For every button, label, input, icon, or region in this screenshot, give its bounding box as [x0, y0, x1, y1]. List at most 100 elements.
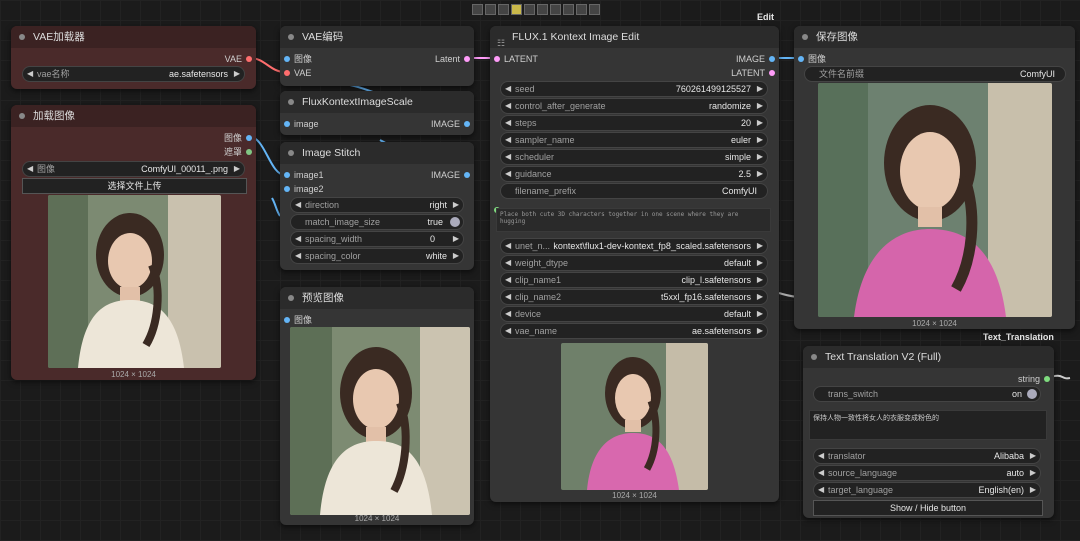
output-image-port[interactable]	[464, 121, 470, 127]
filename-prefix-field[interactable]: 文件名前缀 ComfyUI	[804, 66, 1066, 82]
input-image-port[interactable]	[284, 317, 290, 323]
node-title[interactable]: Text Translation V2 (Full)	[803, 346, 1054, 368]
input-image-port[interactable]	[798, 56, 804, 62]
filename-prefix-field[interactable]: filename_prefix ComfyUI	[500, 183, 768, 199]
flux-kontext-image-scale-node[interactable]: FluxKontextImageScale image IMAGE	[280, 91, 474, 135]
node-title[interactable]: 保存图像	[794, 26, 1075, 48]
arrow-right-icon[interactable]: ▶	[757, 290, 763, 304]
node-title[interactable]: 加载图像	[11, 105, 256, 127]
spacing-width-number[interactable]: ◀ spacing_width 0 ▶	[290, 231, 464, 247]
source-text-textarea[interactable]: 保持人物一致性将女人的衣服变成粉色的	[809, 410, 1047, 440]
scheduler-combo[interactable]: ◀ scheduler simple ▶	[500, 149, 768, 165]
save-image-node[interactable]: 保存图像 图像 文件名前缀 ComfyUI 1024 × 1024	[794, 26, 1075, 329]
arrow-right-icon[interactable]: ▶	[453, 198, 459, 212]
arrow-right-icon[interactable]: ▶	[757, 307, 763, 321]
grip-icon[interactable]: ☷	[497, 32, 505, 54]
collapse-dot-icon[interactable]	[288, 150, 294, 156]
output-latent-port[interactable]	[464, 56, 470, 62]
source-language-combo[interactable]: ◀ source_language auto ▶	[813, 465, 1041, 481]
collapse-dot-icon[interactable]	[19, 113, 25, 119]
vae-name-combo[interactable]: ◀ vae_name ae.safetensors ▶	[500, 323, 768, 339]
arrow-left-icon[interactable]: ◀	[505, 133, 511, 147]
node-title[interactable]: FluxKontextImageScale	[280, 91, 474, 113]
text-translation-node[interactable]: Text Translation V2 (Full) string trans_…	[803, 346, 1054, 518]
input-image-port[interactable]	[284, 56, 290, 62]
output-vae-port[interactable]	[246, 56, 252, 62]
arrow-right-icon[interactable]: ▶	[757, 99, 763, 113]
image-combo[interactable]: ◀ 图像 ComfyUI_00011_.png ▶	[22, 161, 245, 177]
same-width-icon[interactable]	[576, 4, 587, 15]
arrow-right-icon[interactable]: ▶	[757, 273, 763, 287]
node-title[interactable]: ☷ FLUX.1 Kontext Image Edit	[490, 26, 779, 48]
arrow-right-icon[interactable]: ▶	[453, 232, 459, 246]
collapse-dot-icon[interactable]	[288, 295, 294, 301]
flux-kontext-image-edit-node[interactable]: ☷ FLUX.1 Kontext Image Edit LATENT IMAGE …	[490, 26, 779, 502]
align-middle-icon[interactable]	[537, 4, 548, 15]
align-left-icon[interactable]	[472, 4, 483, 15]
same-height-icon[interactable]	[589, 4, 600, 15]
input-latent-port[interactable]	[494, 56, 500, 62]
seed-number[interactable]: ◀ seed 760261499125527 ▶	[500, 81, 768, 97]
arrow-right-icon[interactable]: ▶	[757, 167, 763, 181]
toggle-knob-icon[interactable]	[450, 217, 460, 227]
arrow-right-icon[interactable]: ▶	[757, 239, 763, 253]
arrow-left-icon[interactable]: ◀	[505, 82, 511, 96]
arrow-left-icon[interactable]: ◀	[505, 99, 511, 113]
clip-name1-combo[interactable]: ◀ clip_name1 clip_l.safetensors ▶	[500, 272, 768, 288]
arrow-left-icon[interactable]: ◀	[295, 249, 301, 263]
translator-combo[interactable]: ◀ translator Alibaba ▶	[813, 448, 1041, 464]
input-vae-port[interactable]	[284, 70, 290, 76]
spacing-color-combo[interactable]: ◀ spacing_color white ▶	[290, 248, 464, 264]
arrow-left-icon[interactable]: ◀	[505, 273, 511, 287]
vae-loader-node[interactable]: VAE加载器 VAE ◀ vae名称 ae.safetensors ▶	[11, 26, 256, 89]
arrow-right-icon[interactable]: ▶	[757, 256, 763, 270]
align-right-icon[interactable]	[498, 4, 509, 15]
prompt-textarea[interactable]: Place both cute 3D characters together i…	[496, 208, 771, 232]
arrow-right-icon[interactable]: ▶	[1030, 466, 1036, 480]
vae-name-combo[interactable]: ◀ vae名称 ae.safetensors ▶	[22, 66, 245, 82]
distribute-h-icon[interactable]	[511, 4, 522, 15]
arrow-left-icon[interactable]: ◀	[505, 256, 511, 270]
input-image-port[interactable]	[284, 121, 290, 127]
control-after-generate-combo[interactable]: ◀ control_after_generate randomize ▶	[500, 98, 768, 114]
output-mask-port[interactable]	[246, 149, 252, 155]
arrow-right-icon[interactable]: ▶	[453, 249, 459, 263]
load-image-node[interactable]: 加载图像 图像 遮罩 ◀ 图像 ComfyUI_00011_.png ▶ 选择文…	[11, 105, 256, 380]
image-stitch-node[interactable]: Image Stitch image1 image2 IMAGE ◀ direc…	[280, 142, 474, 270]
match-image-size-toggle[interactable]: match_image_size true	[290, 214, 464, 230]
node-title[interactable]: VAE编码	[280, 26, 474, 48]
distribute-v-icon[interactable]	[563, 4, 574, 15]
show-hide-button[interactable]: Show / Hide button	[813, 500, 1043, 516]
arrow-left-icon[interactable]: ◀	[818, 483, 824, 497]
guidance-number[interactable]: ◀ guidance 2.5 ▶	[500, 166, 768, 182]
align-center-icon[interactable]	[485, 4, 496, 15]
arrow-right-icon[interactable]: ▶	[1030, 449, 1036, 463]
node-title[interactable]: 预览图像	[280, 287, 474, 309]
arrow-right-icon[interactable]: ▶	[234, 67, 240, 81]
weight-dtype-combo[interactable]: ◀ weight_dtype default ▶	[500, 255, 768, 271]
upload-button[interactable]: 选择文件上传	[22, 178, 247, 194]
output-image-port[interactable]	[769, 56, 775, 62]
arrow-left-icon[interactable]: ◀	[505, 116, 511, 130]
arrow-left-icon[interactable]: ◀	[505, 290, 511, 304]
trans-switch-toggle[interactable]: trans_switch on	[813, 386, 1041, 402]
sampler-name-combo[interactable]: ◀ sampler_name euler ▶	[500, 132, 768, 148]
arrow-right-icon[interactable]: ▶	[1030, 483, 1036, 497]
arrow-left-icon[interactable]: ◀	[27, 67, 33, 81]
arrow-right-icon[interactable]: ▶	[234, 162, 240, 176]
arrow-right-icon[interactable]: ▶	[757, 82, 763, 96]
unet-name-combo[interactable]: ◀ unet_n... kontext\flux1-dev-kontext_fp8_…	[500, 238, 768, 254]
node-title[interactable]: VAE加载器	[11, 26, 256, 48]
arrow-left-icon[interactable]: ◀	[295, 198, 301, 212]
output-image-port[interactable]	[246, 135, 252, 141]
input-image1-port[interactable]	[284, 172, 290, 178]
input-image2-port[interactable]	[284, 186, 290, 192]
clip-name2-combo[interactable]: ◀ clip_name2 t5xxl_fp16.safetensors ▶	[500, 289, 768, 305]
target-language-combo[interactable]: ◀ target_language English(en) ▶	[813, 482, 1041, 498]
output-string-port[interactable]	[1044, 376, 1050, 382]
output-image-port[interactable]	[464, 172, 470, 178]
arrow-left-icon[interactable]: ◀	[818, 466, 824, 480]
arrow-left-icon[interactable]: ◀	[505, 239, 511, 253]
arrow-right-icon[interactable]: ▶	[757, 324, 763, 338]
arrow-left-icon[interactable]: ◀	[505, 307, 511, 321]
